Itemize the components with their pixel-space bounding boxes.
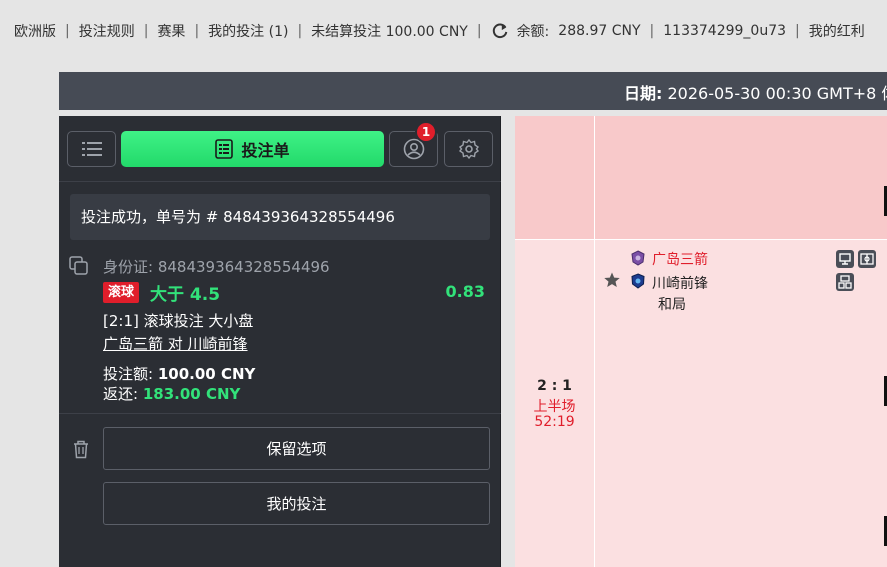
nav-divider: |	[476, 23, 482, 39]
bet-market: [2:1] 滚球投注 大小盘	[103, 312, 254, 330]
settings-button[interactable]	[444, 131, 493, 167]
top-nav: 欧洲版 | 投注规则 | 赛果 | 我的投注 (1) | 未结算投注 100.0…	[14, 21, 865, 41]
nav-bonus[interactable]: 我的红利	[809, 21, 865, 41]
row-divider	[515, 239, 887, 240]
nav-divider: |	[795, 23, 800, 39]
menu-list-button[interactable]	[67, 131, 116, 167]
balance-label: 余额:	[516, 24, 550, 40]
date-label: 日期:	[624, 84, 663, 103]
stake-value: 100.00 CNY	[157, 365, 256, 383]
stake-label: 投注额:	[103, 365, 154, 383]
gear-icon	[458, 138, 479, 160]
live-badge: 滚球	[103, 282, 140, 303]
date-bar: 日期: 2026-05-30 00:30 GMT+8 体	[59, 72, 887, 110]
bet-success-message: 投注成功，单号为 # 848439364328554496	[70, 194, 490, 240]
away-team-name: 川崎前锋	[652, 276, 708, 292]
username[interactable]: 113374299_0u73	[663, 23, 786, 39]
date-display: 日期: 2026-05-30 00:30 GMT+8 体	[624, 80, 887, 104]
nav-divider: |	[143, 23, 149, 39]
bet-slip-panel: 投注单 1 投注成功，单号为 # 848439364328554496 身份证:…	[59, 116, 501, 567]
away-team-logo-icon	[631, 273, 645, 289]
bet-id: 身份证: 848439364328554496	[103, 258, 330, 276]
nav-divider: |	[194, 23, 200, 39]
nav-bet-rules[interactable]: 投注规则	[79, 21, 135, 41]
column-divider	[594, 116, 595, 567]
grid-icon	[838, 275, 852, 289]
match-clock: 52:19	[534, 414, 575, 430]
home-team-name: 广岛三箭	[652, 252, 708, 268]
nav-results[interactable]: 赛果	[157, 21, 185, 41]
refresh-icon[interactable]	[491, 22, 509, 40]
return-value: 183.00 CNY	[142, 385, 241, 403]
bet-slip-tab-label: 投注单	[241, 141, 290, 160]
keep-selections-button[interactable]: 保留选项	[103, 427, 490, 470]
bet-selection: 大于 4.5	[150, 285, 221, 305]
bet-match-link[interactable]: 广岛三箭 对 川崎前锋	[103, 333, 248, 354]
match-grid: 2 : 1 上半场 52:19 广岛三箭 川崎前锋 和局	[515, 116, 887, 567]
bet-slip-header: 投注单 1	[59, 116, 501, 182]
notification-badge: 1	[415, 121, 437, 143]
top-bar: 欧洲版 | 投注规则 | 赛果 | 我的投注 (1) | 未结算投注 100.0…	[0, 0, 887, 64]
date-value: 2026-05-30 00:30 GMT+8 体	[667, 84, 887, 103]
monitor-icon	[839, 253, 851, 265]
nav-divider: |	[649, 23, 655, 39]
balance-value: 288.97 CNY	[558, 23, 641, 39]
copy-icon[interactable]	[69, 256, 89, 276]
stats-icon[interactable]	[836, 250, 854, 268]
more-markets-icon[interactable]	[836, 273, 854, 291]
nav-divider: |	[297, 23, 303, 39]
nav-unsettled-bets[interactable]: 未结算投注 100.00 CNY	[311, 21, 468, 41]
tab-bet-slip[interactable]: 投注单	[121, 131, 384, 167]
nav-my-bets[interactable]: 我的投注 (1)	[208, 21, 288, 41]
favorite-star-icon[interactable]	[603, 271, 621, 289]
pitch-icon	[860, 253, 874, 265]
grid-row-header	[515, 116, 887, 240]
bet-stake: 投注额: 100.00 CNY	[103, 363, 255, 384]
placed-bet: 身份证: 848439364328554496 滚球 大于 4.5 0.83 […	[59, 252, 501, 414]
return-label: 返还:	[103, 385, 139, 403]
match-score: 2 : 1	[537, 378, 572, 394]
my-bets-button[interactable]: 我的投注	[103, 482, 490, 525]
receipt-icon	[215, 139, 234, 159]
live-tracker-icon[interactable]	[858, 250, 876, 268]
draw-label: 和局	[658, 297, 686, 313]
match-period: 上半场	[533, 399, 576, 415]
list-icon	[81, 142, 102, 156]
trash-icon[interactable]	[72, 439, 90, 459]
home-team-logo-icon	[631, 250, 645, 266]
nav-divider: |	[65, 23, 70, 39]
nav-european-version[interactable]: 欧洲版	[14, 21, 56, 41]
bet-return: 返还: 183.00 CNY	[103, 383, 240, 404]
bet-odds: 0.83	[445, 282, 485, 301]
